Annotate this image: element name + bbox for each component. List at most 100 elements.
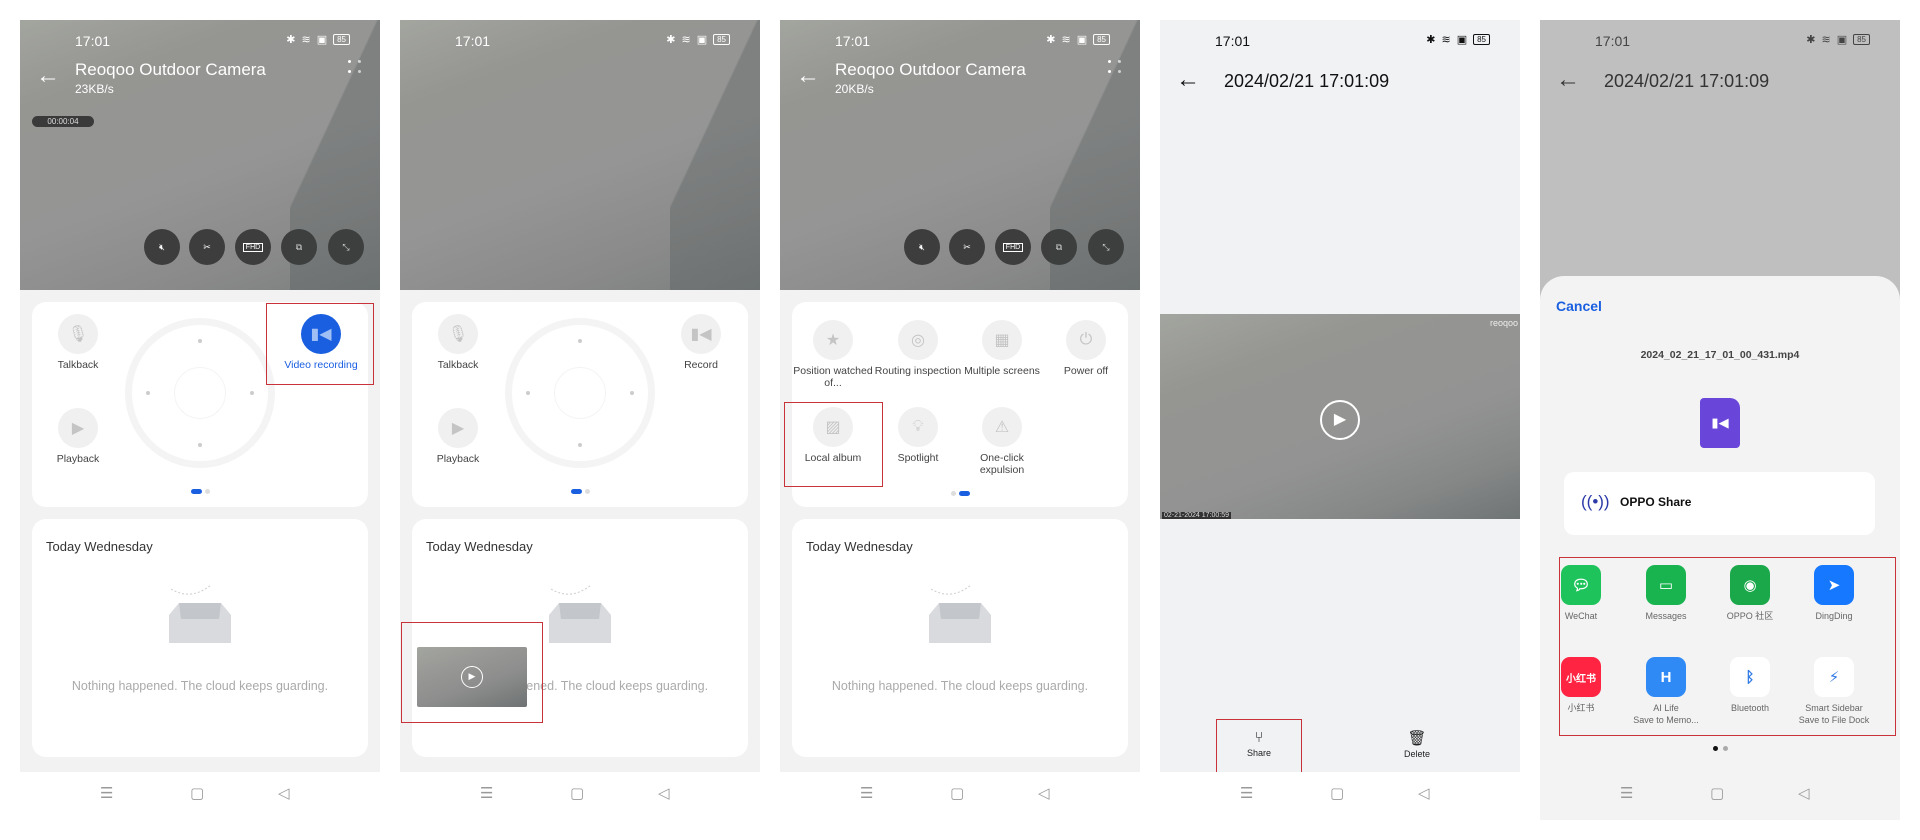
menu-icon[interactable]: ☰ [860,784,873,802]
quality-button[interactable]: FHD [235,229,271,265]
bluetooth-icon: ✱ [666,34,676,46]
fullscreen-button[interactable]: ⤡ [328,229,364,265]
microphone-icon: 🎙︎ [58,314,98,354]
talkback-button[interactable]: 🎙︎ Talkback [33,314,123,371]
home-icon[interactable]: ▢ [1710,784,1724,802]
menu-icon[interactable]: ☰ [100,784,113,802]
page-indicator [792,491,1128,496]
back-button[interactable]: ← [1556,68,1580,92]
mute-button[interactable]: 🔇︎ [144,229,180,265]
status-time: 17:01 [835,33,871,49]
empty-box-illustration [929,584,991,643]
cancel-button[interactable]: Cancel [1556,298,1602,314]
wifi-icon: ≋ [1441,34,1451,46]
page-indicator [1540,746,1900,751]
watermark: reoqoo [1489,318,1518,328]
control-panel: 🎙︎ Talkback ▶ Playback ▮◀ Video recording [32,302,374,507]
grid-icon: ▦ [982,320,1022,360]
video-player[interactable]: reoqoo ▶ 02-21-2024 17:00:59 [1160,314,1520,519]
back-nav-icon[interactable]: ◁ [1038,784,1050,802]
home-icon[interactable]: ▢ [190,784,204,802]
stream-speed: 20KB/s [835,82,874,96]
control-panel: 🎙︎ Talkback ▶ Playback ▮◀ Record [412,302,748,507]
record-button[interactable]: ▮◀ Record [656,314,746,371]
ptz-joystick[interactable] [125,318,275,468]
tool-label: Multiple screens [964,365,1040,377]
ptz-joystick[interactable] [505,318,655,468]
wifi-icon: ≋ [301,34,311,46]
tool-power-off[interactable]: ⏻ Power off [1041,320,1131,377]
system-nav-bar: ☰ ▢ ◁ [1160,772,1520,820]
system-nav-bar: ☰ ▢ ◁ [780,772,1140,820]
highlight-box [1559,557,1896,736]
highlight-box [784,402,883,487]
recording-timer: 00:00:04 [32,116,94,127]
home-icon[interactable]: ▢ [570,784,584,802]
sim-icon: ▣ [696,34,708,46]
more-icon[interactable] [348,60,362,74]
video-camera-icon: ▮◀ [681,314,721,354]
picture-in-picture-icon: ⧉ [1055,241,1063,252]
mute-button[interactable]: 🔇︎ [904,229,940,265]
tool-position-watched-of[interactable]: ★ Position watched of... [788,320,878,389]
pip-button[interactable]: ⧉ [281,229,317,265]
talkback-button[interactable]: 🎙︎ Talkback [413,314,503,371]
talkback-label: Talkback [437,359,479,371]
events-title: Today Wednesday [806,539,913,554]
microphone-icon: 🎙︎ [438,314,478,354]
highlight-box [266,303,374,385]
screen-live-view-recording: 17:01 ✱ ≋ ▣ 85 ← Reoqoo Outdoor Camera 23KB… [20,20,380,820]
screen-live-view-tools-page2: 17:01 ✱ ≋ ▣ 85 ← Reoqoo Outdoor Camera 20KB… [780,20,1140,820]
status-icons: ✱ ≋ ▣ 85 [1806,33,1870,46]
playback-button[interactable]: ▶ Playback [33,408,123,465]
home-icon[interactable]: ▢ [1330,784,1344,802]
back-button[interactable]: ← [796,64,820,88]
fhd-icon: FHD [242,242,264,252]
back-nav-icon[interactable]: ◁ [658,784,670,802]
tool-multiple-screens[interactable]: ▦ Multiple screens [957,320,1047,377]
camera-feed[interactable]: 17:01 ✱ ≋ ▣ 85 ← Reoqoo Outdoor Camera 20KB… [780,20,1140,290]
fullscreen-button[interactable]: ⤡ [1088,229,1124,265]
tool-one-click-expulsion[interactable]: ⚠ One-click expulsion [957,407,1047,476]
pip-button[interactable]: ⧉ [1041,229,1077,265]
mute-icon: 🔇︎ [919,241,925,252]
menu-icon[interactable]: ☰ [1620,784,1633,802]
menu-icon[interactable]: ☰ [1240,784,1253,802]
tool-routing-inspection[interactable]: ◎ Routing inspection [873,320,963,377]
wifi-icon: ≋ [1821,34,1831,46]
screenshot-button[interactable]: ✂ [949,229,985,265]
oppo-share-card[interactable]: ((•)) OPPO Share [1564,472,1875,535]
sim-icon: ▣ [1076,34,1088,46]
tool-label: Position watched of... [793,365,873,389]
camera-feed[interactable]: 17:01 ✱ ≋ ▣ 85 [400,20,760,290]
tool-label: Power off [1063,365,1109,377]
status-icons: ✱ ≋ ▣ 85 [666,33,730,46]
screenshot-button[interactable]: ✂ [189,229,225,265]
more-icon[interactable] [1108,60,1122,74]
events-title: Today Wednesday [46,539,153,554]
control-panel: ★ Position watched of... ◎ Routing inspecti… [784,302,1131,507]
home-icon[interactable]: ▢ [950,784,964,802]
camera-feed[interactable]: 17:01 ✱ ≋ ▣ 85 ← Reoqoo Outdoor Camera 23KB… [20,20,380,290]
status-time: 17:01 [1215,33,1251,49]
status-time: 17:01 [1595,33,1631,49]
playback-icon: ▶ [58,408,98,448]
player-title: 2024/02/21 17:01:09 [1224,71,1390,91]
back-nav-icon[interactable]: ◁ [278,784,290,802]
play-button[interactable]: ▶ [1320,400,1360,440]
device-title: Reoqoo Outdoor Camera [75,60,266,79]
wifi-icon: ≋ [681,34,691,46]
quality-button[interactable]: FHD [995,229,1031,265]
tool-label: One-click expulsion [979,452,1025,476]
delete-button[interactable]: 🗑︎ Delete [1374,719,1460,773]
screen-live-view-after-recording: 17:01 ✱ ≋ ▣ 85 🎙︎ Talkback ▶ Playback ▮◀ Recor… [400,20,760,820]
status-icons: ✱ ≋ ▣ 85 [1046,33,1110,46]
back-nav-icon[interactable]: ◁ [1418,784,1430,802]
playback-button[interactable]: ▶ Playback [413,408,503,465]
back-nav-icon[interactable]: ◁ [1798,784,1810,802]
back-button[interactable]: ← [36,64,60,88]
tool-spotlight[interactable]: 💡︎ Spotlight [873,407,963,464]
trash-icon: 🗑︎ [1407,730,1427,747]
menu-icon[interactable]: ☰ [480,784,493,802]
back-button[interactable]: ← [1176,68,1200,92]
